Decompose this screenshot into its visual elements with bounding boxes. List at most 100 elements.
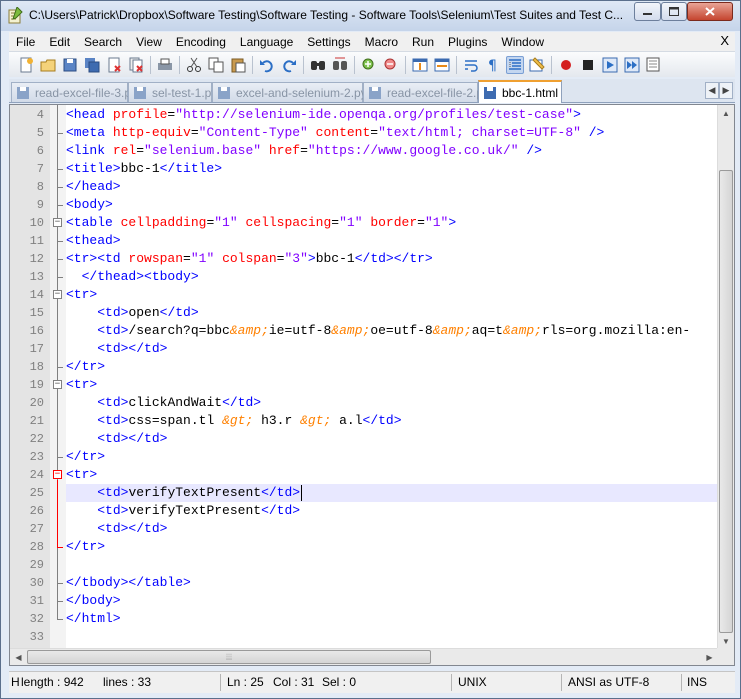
- save-macro-button[interactable]: [645, 56, 663, 74]
- tab-bbc-1-html[interactable]: bbc-1.html: [478, 80, 562, 103]
- menu-file[interactable]: File: [9, 35, 42, 49]
- show-all-chars-button[interactable]: ¶: [484, 56, 502, 74]
- run-macro-multiple-button[interactable]: [623, 56, 641, 74]
- fold-toggle-icon[interactable]: −: [53, 470, 62, 479]
- vertical-scroll-thumb[interactable]: [719, 170, 733, 633]
- code-line[interactable]: <title>bbc-1</title>: [66, 160, 717, 178]
- close-button[interactable]: [687, 2, 733, 21]
- fold-end: [57, 619, 63, 620]
- code-line[interactable]: </body>: [66, 592, 717, 610]
- menu-search[interactable]: Search: [77, 35, 129, 49]
- code-line[interactable]: <tr>: [66, 286, 717, 304]
- code-line[interactable]: <tr>: [66, 376, 717, 394]
- code-line[interactable]: </thead><tbody>: [66, 268, 717, 286]
- tab-scroll-left-icon[interactable]: ◀: [705, 82, 719, 99]
- tab-read-excel-file-3-py[interactable]: read-excel-file-3.py: [11, 82, 137, 102]
- vertical-scrollbar[interactable]: ▲ ▼: [717, 105, 734, 650]
- code-line[interactable]: <td>open</td>: [66, 304, 717, 322]
- zoom-in-button[interactable]: [360, 56, 378, 74]
- close-all-button[interactable]: [127, 56, 145, 74]
- indent-guide-button[interactable]: [506, 55, 524, 74]
- open-file-button[interactable]: [39, 56, 57, 74]
- cut-button[interactable]: [185, 56, 203, 74]
- code-line[interactable]: <td>verifyTextPresent</td>: [66, 484, 717, 502]
- stop-record-button[interactable]: [579, 56, 597, 74]
- record-macro-button[interactable]: [557, 56, 575, 74]
- menu-window[interactable]: Window: [494, 35, 551, 49]
- code-line[interactable]: </head>: [66, 178, 717, 196]
- tab-scroll-right-icon[interactable]: ▶: [719, 82, 733, 99]
- code-line[interactable]: <td>clickAndWait</td>: [66, 394, 717, 412]
- sync-horizontal-button[interactable]: [433, 56, 451, 74]
- code-line[interactable]: <table cellpadding="1" cellspacing="1" b…: [66, 214, 717, 232]
- scroll-left-icon[interactable]: ◀: [10, 649, 27, 665]
- code-line[interactable]: <link rel="selenium.base" href="https://…: [66, 142, 717, 160]
- code-editor[interactable]: 4 5 6 7 8 9 10 11 12 13 14 15 16 17 18 19 20 21 22 23 24 25 26…: [9, 104, 735, 666]
- print-button[interactable]: [156, 56, 174, 74]
- code-line[interactable]: <tr>: [66, 466, 717, 484]
- find-button[interactable]: [309, 56, 327, 74]
- code-line[interactable]: <td></td>: [66, 340, 717, 358]
- code-line[interactable]: <body>: [66, 196, 717, 214]
- fold-toggle-icon[interactable]: −: [53, 218, 62, 227]
- scroll-up-icon[interactable]: ▲: [718, 105, 734, 122]
- menu-edit[interactable]: Edit: [42, 35, 77, 49]
- close-document-icon[interactable]: X: [720, 33, 729, 48]
- code-line[interactable]: <td></td>: [66, 430, 717, 448]
- code-line[interactable]: <thead>: [66, 232, 717, 250]
- fold-toggle-icon[interactable]: −: [53, 380, 62, 389]
- word-wrap-button[interactable]: [462, 56, 480, 74]
- play-macro-button[interactable]: [601, 56, 619, 74]
- new-file-button[interactable]: [17, 56, 35, 74]
- line-number: 13: [29, 270, 44, 284]
- code-line[interactable]: <meta http-equiv="Content-Type" content=…: [66, 124, 717, 142]
- code-line[interactable]: <td></td>: [66, 520, 717, 538]
- menu-plugins[interactable]: Plugins: [441, 35, 494, 49]
- code-line[interactable]: </tbody></table>: [66, 574, 717, 592]
- minimize-button[interactable]: [634, 2, 661, 21]
- user-defined-lang-button[interactable]: [528, 56, 546, 74]
- menu-language[interactable]: Language: [233, 35, 300, 49]
- copy-button[interactable]: [207, 56, 225, 74]
- menu-encoding[interactable]: Encoding: [169, 35, 233, 49]
- code-line[interactable]: <head profile="http://selenium-ide.openq…: [66, 106, 717, 124]
- code-line[interactable]: <td>verifyTextPresent</td>: [66, 502, 717, 520]
- menu-macro[interactable]: Macro: [358, 35, 405, 49]
- line-number: 8: [36, 180, 44, 194]
- code-area[interactable]: <head profile = "http://selenium-ide.openq…: [66, 105, 717, 665]
- code-token: </tbody></table>: [66, 575, 191, 590]
- undo-button[interactable]: [258, 56, 276, 74]
- fold-toggle-icon[interactable]: −: [53, 290, 62, 299]
- save-button[interactable]: [61, 56, 79, 74]
- paste-button[interactable]: [229, 56, 247, 74]
- code-line[interactable]: </tr>: [66, 538, 717, 556]
- code-line[interactable]: [66, 628, 717, 646]
- tab-sel-test-1-py[interactable]: sel-test-1.py: [128, 82, 217, 102]
- close-button[interactable]: [105, 56, 123, 74]
- menu-run[interactable]: Run: [405, 35, 441, 49]
- code-line[interactable]: <td>/search?q=bbc&amp;ie=utf-8&amp;oe=ut…: [66, 322, 717, 340]
- horizontal-scroll-thumb[interactable]: ⦙⦙⦙: [27, 650, 431, 664]
- menu-settings[interactable]: Settings: [300, 35, 357, 49]
- tab-excel-and-selenium-2-py[interactable]: excel-and-selenium-2.py: [212, 82, 367, 102]
- save-all-button[interactable]: [83, 56, 101, 74]
- code-line[interactable]: </html>: [66, 610, 717, 628]
- code-line[interactable]: </tr>: [66, 448, 717, 466]
- tab-read-excel-file-2-py[interactable]: read-excel-file-2.py: [363, 82, 489, 102]
- code-line[interactable]: [66, 556, 717, 574]
- line-number: 17: [29, 342, 44, 356]
- redo-button[interactable]: [280, 56, 298, 74]
- sync-vertical-button[interactable]: [411, 56, 429, 74]
- code-line[interactable]: <tr><td rowspan="1" colspan="3">bbc-1</t…: [66, 250, 717, 268]
- zoom-out-button[interactable]: [382, 56, 400, 74]
- code-token: "selenium.base": [144, 143, 262, 158]
- code-line[interactable]: <td>css=span.tl &gt; h3.r &gt; a.l</td>: [66, 412, 717, 430]
- code-line[interactable]: </tr>: [66, 358, 717, 376]
- menu-view[interactable]: View: [129, 35, 169, 49]
- scroll-right-icon[interactable]: ▶: [701, 649, 718, 665]
- code-token: "1": [214, 215, 238, 230]
- maximize-button[interactable]: [661, 2, 687, 21]
- horizontal-scrollbar[interactable]: ◀ ⦙⦙⦙ ▶: [10, 648, 718, 665]
- code-token: =: [300, 143, 308, 158]
- replace-button[interactable]: [331, 56, 349, 74]
